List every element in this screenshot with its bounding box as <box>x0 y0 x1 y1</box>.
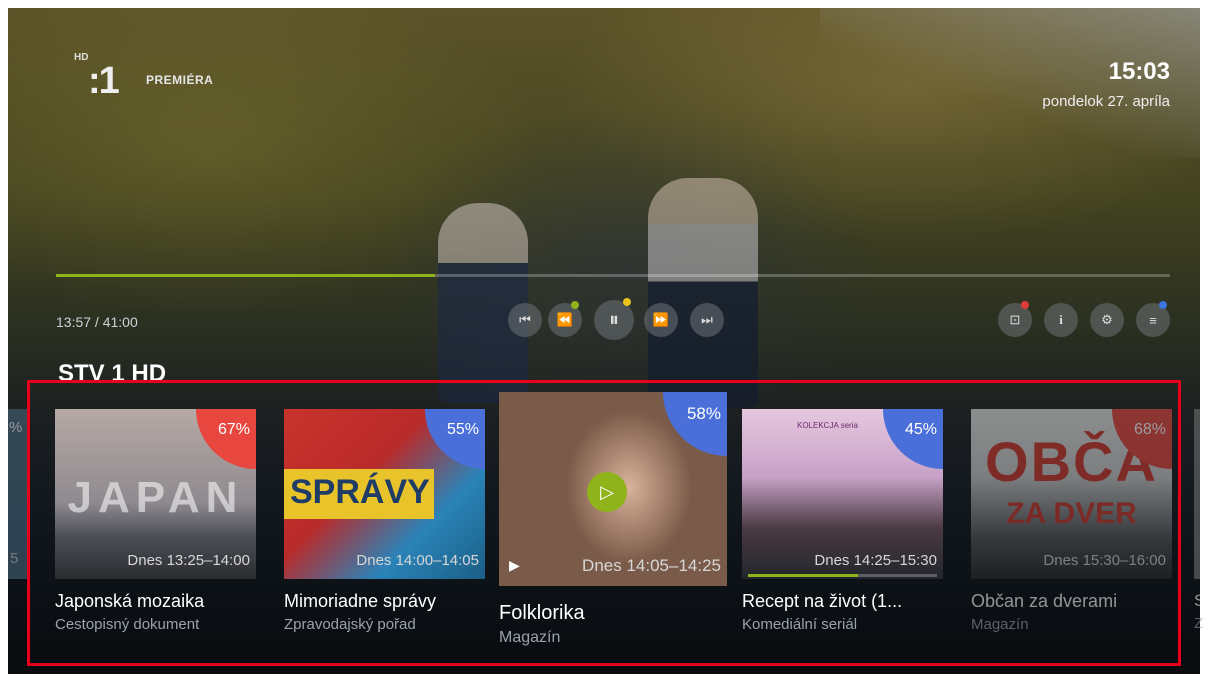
skip-previous-icon: ⏮ <box>519 312 531 327</box>
channel-name: PREMIÉRA <box>146 73 214 87</box>
skip-next-icon: ⏭ <box>701 312 713 327</box>
record-icon: ⊡ <box>1009 312 1021 327</box>
tile-subtitle: Magazín <box>499 629 561 646</box>
edge-left-schedule: 5 <box>10 550 19 567</box>
recept-art-text: KOLEKCJA seria <box>797 421 858 430</box>
spravy-art-text: SPRÁVY <box>290 473 430 511</box>
pause-icon: ⏸ <box>609 308 619 331</box>
playback-progress-bar[interactable] <box>56 274 1170 277</box>
tile-title: Folklorika <box>499 602 585 624</box>
skip-previous-button[interactable]: ⏮ <box>508 303 542 337</box>
fast-forward-button[interactable]: ⏩ <box>644 303 678 337</box>
edge-left-percent: % <box>9 419 23 436</box>
stv1-logo-mark: :1 <box>88 60 120 102</box>
program-carousel: % 5 JAPAN 67% Dnes 13:25–14:00 Japonská … <box>8 380 1205 674</box>
tile-subtitle: Zpravodajský pořad <box>284 616 416 633</box>
japan-art-text: JAPAN <box>67 473 244 522</box>
tile-schedule: Dnes 14:05–14:25 <box>582 556 721 575</box>
pause-indicator-dot <box>623 298 631 306</box>
tile-progress-bar <box>748 574 937 577</box>
tile-title: Občan za dverami <box>971 591 1118 611</box>
tile-subtitle: Cestopisný dokument <box>55 616 200 633</box>
play-icon: ▷ <box>600 481 614 502</box>
match-percent-badge: 55% <box>425 409 485 469</box>
tile-subtitle: Komediální seriál <box>742 616 858 633</box>
rewind-button[interactable]: ⏪ <box>548 301 582 337</box>
tile-title: Recept na život (1... <box>742 591 903 611</box>
tile-subtitle: Magazín <box>971 616 1029 633</box>
pause-button[interactable]: ⏸ <box>594 298 634 340</box>
match-percent-badge: 58% <box>663 392 727 456</box>
program-tile-folklorika[interactable]: 58% ▷ ▶ Dnes 14:05–14:25 Folklorika Maga… <box>499 392 727 647</box>
record-indicator-dot <box>1021 301 1029 309</box>
menu-icon: ≡ <box>1149 312 1157 328</box>
clock-date: pondelok 27. apríla <box>1042 93 1170 110</box>
rewind-icon: ⏪ <box>556 312 574 327</box>
tile-progress-fill <box>748 574 858 577</box>
carousel-edge-left[interactable]: % 5 <box>8 409 28 579</box>
tile-schedule: Dnes 14:25–15:30 <box>814 552 937 569</box>
fast-forward-icon: ⏩ <box>652 312 670 327</box>
edge-right-subtitle: Z <box>1194 615 1204 632</box>
clock-time: 15:03 <box>1108 58 1170 85</box>
match-percent-badge: 45% <box>883 409 943 469</box>
edge-right-title: S <box>1194 591 1206 610</box>
obcan-art-text-2: ZA DVER <box>1006 497 1137 530</box>
playback-time: 13:57 / 41:00 <box>56 314 138 330</box>
tile-title: Mimoriadne správy <box>284 591 437 611</box>
carousel-edge-right[interactable]: S Z <box>1194 409 1205 632</box>
tile-schedule: Dnes 14:00–14:05 <box>356 552 479 569</box>
menu-button[interactable]: ≡ <box>1136 301 1170 337</box>
settings-button[interactable]: ⚙ <box>1090 303 1124 337</box>
channel-logo: HD :1 <box>74 52 134 106</box>
play-button[interactable]: ▷ <box>587 472 627 512</box>
hd-badge: HD <box>74 52 89 63</box>
program-tile-obcan-za-dverami[interactable]: OBČA ZA DVER 68% Dnes 15:30–16:00 Občan … <box>971 409 1172 633</box>
program-tile-mimoriadne-spravy[interactable]: SPRÁVY 55% Dnes 14:00–14:05 Mimoriadne s… <box>284 409 485 633</box>
tile-schedule: Dnes 15:30–16:00 <box>1043 552 1166 569</box>
program-tile-japonska-mozaika[interactable]: JAPAN 67% Dnes 13:25–14:00 Japonská moza… <box>55 409 256 633</box>
rewind-indicator-dot <box>571 301 579 309</box>
info-button[interactable]: i <box>1044 303 1078 337</box>
record-button[interactable]: ⊡ <box>998 301 1032 337</box>
tile-title: Japonská mozaika <box>55 591 205 611</box>
tile-schedule: Dnes 13:25–14:00 <box>127 552 250 569</box>
small-play-icon: ▶ <box>509 557 520 573</box>
program-tile-recept-na-zivot[interactable]: KOLEKCJA seria 45% Dnes 14:25–15:30 Rece… <box>742 409 943 633</box>
menu-indicator-dot <box>1159 301 1167 309</box>
skip-next-button[interactable]: ⏭ <box>690 303 724 337</box>
info-icon: i <box>1059 312 1063 327</box>
match-percent-badge: 67% <box>196 409 256 469</box>
gear-icon: ⚙ <box>1101 312 1113 327</box>
playback-progress-fill <box>56 274 435 277</box>
